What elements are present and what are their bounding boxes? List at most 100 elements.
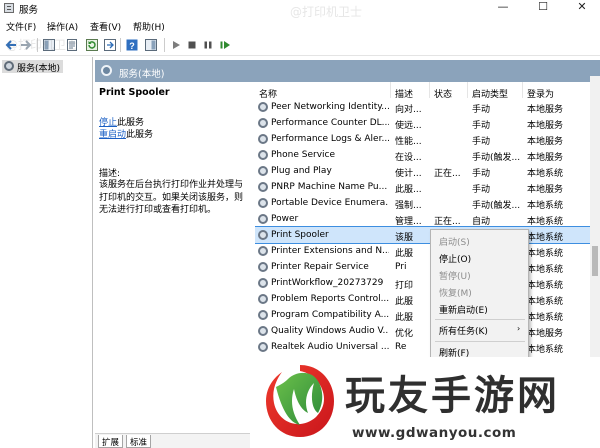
service-startup-cell: 手动: [472, 169, 491, 179]
service-row[interactable]: Program Compatibility A... 此服 本地系统: [255, 307, 600, 323]
service-gear-icon: [258, 326, 268, 336]
tab-standard[interactable]: 标准: [126, 435, 152, 448]
service-desc-cell: 管理...: [395, 217, 422, 227]
submenu-arrow-icon: ›: [517, 324, 521, 333]
minimize-button[interactable]: —: [483, 0, 523, 16]
service-desc-cell: 打印: [395, 281, 414, 291]
export-list-icon[interactable]: [104, 39, 116, 51]
service-details-pane: Print Spooler 停止此服务 重启动此服务 描述: 该服务在后台执行打…: [95, 82, 252, 448]
window-title: 服务: [19, 5, 39, 16]
service-gear-icon: [258, 118, 268, 128]
service-desc-cell: Re: [395, 342, 407, 352]
context-menu-resume[interactable]: 恢复(M): [439, 286, 472, 299]
service-title: Print Spooler: [99, 87, 170, 98]
service-desc-cell: 强制...: [395, 201, 422, 211]
svg-text:?: ?: [129, 41, 135, 51]
service-row[interactable]: Portable Device Enumera... 强制... 手动(触发... 本…: [255, 195, 600, 211]
service-startup-cell: 手动(触发...: [472, 153, 521, 163]
close-button[interactable]: ✕: [562, 0, 600, 16]
service-name-cell: Printer Repair Service: [271, 262, 369, 272]
service-logon-cell: 本地系统: [527, 281, 564, 291]
service-row[interactable]: Quality Windows Audio V... 优化 本地服务: [255, 323, 600, 339]
context-menu-all-tasks[interactable]: 所有任务(K): [439, 324, 488, 337]
service-logon-cell: 本地系统: [527, 217, 564, 227]
service-startup-cell: 自动: [472, 217, 491, 227]
service-row[interactable]: Performance Counter DL... 使远... 手动 本地服务: [255, 115, 600, 131]
service-row[interactable]: PNRP Machine Name Pu... 此服... 手动 本地服务: [255, 179, 600, 195]
service-name-cell: Performance Logs & Aler...: [271, 134, 389, 144]
tree-item-label: 服务(本地): [17, 64, 61, 74]
service-gear-icon: [258, 150, 268, 160]
service-logon-cell: 本地服务: [527, 185, 564, 195]
service-gear-icon: [258, 166, 268, 176]
service-logon-cell: 本地服务: [527, 105, 564, 115]
service-desc-cell: 此服: [395, 297, 414, 307]
service-row[interactable]: Realtek Audio Universal ... Re 本地系统: [255, 339, 600, 355]
menu-help[interactable]: 帮助(H): [133, 20, 165, 33]
context-menu-start[interactable]: 启动(S): [439, 235, 470, 248]
service-startup-cell: 手动: [472, 185, 491, 195]
site-branding: 玩友手游网 www.gdwanyou.com: [250, 357, 600, 448]
service-logon-cell: 本地系统: [527, 201, 564, 211]
watermark: @打印机卫士: [290, 5, 363, 19]
column-header-description[interactable]: 描述: [391, 82, 430, 98]
service-name-cell: PrintWorkflow_20273729: [271, 278, 384, 288]
service-desc-cell: 性能...: [395, 137, 422, 147]
service-name-cell: Portable Device Enumera...: [271, 198, 389, 208]
service-row[interactable]: PrintWorkflow_20273729 打印 本地系统: [255, 275, 600, 291]
menu-view[interactable]: 查看(V): [90, 20, 121, 33]
service-name-cell: Problem Reports Control...: [271, 294, 389, 304]
service-row[interactable]: Power 管理... 正在... 自动 本地系统: [255, 211, 600, 227]
column-header-name[interactable]: 名称: [255, 82, 391, 98]
service-desc-cell: 该服: [395, 233, 414, 243]
restart-service-icon[interactable]: [219, 39, 231, 51]
column-header-startup-type[interactable]: 启动类型: [468, 82, 523, 98]
show-hide-action-pane-icon[interactable]: [145, 39, 157, 51]
service-desc-cell: 此服...: [395, 185, 422, 195]
service-row[interactable]: Print Spooler 该服 本地系统: [255, 226, 600, 244]
service-logon-cell: 本地服务: [527, 121, 564, 131]
service-startup-cell: 手动: [472, 121, 491, 131]
service-row[interactable]: Printer Extensions and N... 此服 本地系统: [255, 243, 600, 259]
start-service-icon[interactable]: [170, 39, 182, 51]
tree-item-services-local[interactable]: 服务(本地): [2, 60, 64, 74]
scrollbar-thumb[interactable]: [592, 246, 598, 276]
service-row[interactable]: Peer Networking Identity... 向对... 手动 本地服务: [255, 99, 600, 115]
service-row[interactable]: Plug and Play 使计... 正在... 手动 本地系统: [255, 163, 600, 179]
service-status-cell: 正在...: [434, 217, 461, 227]
view-tabs: 扩展 标准: [95, 433, 260, 448]
toolbar: ?: [0, 34, 600, 56]
refresh-icon[interactable]: [86, 39, 98, 51]
service-startup-cell: 手动: [472, 105, 491, 115]
vertical-scrollbar[interactable]: [590, 76, 600, 376]
restart-service-link[interactable]: 重启动: [99, 130, 126, 140]
service-name-cell: Power: [271, 214, 299, 224]
service-desc-cell: 向对...: [395, 105, 422, 115]
services-gear-icon: [4, 61, 14, 71]
service-desc-cell: 使计...: [395, 169, 422, 179]
services-app-icon: [4, 3, 14, 13]
context-menu-stop[interactable]: 停止(O): [439, 252, 471, 265]
service-logon-cell: 本地系统: [527, 313, 564, 323]
pause-service-icon[interactable]: [202, 39, 214, 51]
column-header-logon-as[interactable]: 登录为: [523, 82, 600, 98]
service-gear-icon: [258, 230, 268, 240]
menu-action[interactable]: 操作(A): [47, 20, 78, 33]
column-header-status[interactable]: 状态: [430, 82, 468, 98]
help-icon[interactable]: ?: [126, 39, 138, 51]
menu-file[interactable]: 文件(F): [6, 20, 36, 33]
maximize-button[interactable]: ☐: [523, 0, 563, 16]
service-gear-icon: [258, 134, 268, 144]
service-gear-icon: [258, 246, 268, 256]
service-row[interactable]: Problem Reports Control... 此服 本地系统: [255, 291, 600, 307]
context-menu-restart[interactable]: 重新启动(E): [439, 303, 488, 316]
stop-service-icon[interactable]: [186, 39, 198, 51]
tab-extended[interactable]: 扩展: [98, 435, 124, 448]
service-row[interactable]: Printer Repair Service Pri 本地系统: [255, 259, 600, 275]
service-gear-icon: [258, 342, 268, 352]
service-gear-icon: [258, 262, 268, 272]
service-row[interactable]: Phone Service 在设... 手动(触发... 本地服务: [255, 147, 600, 163]
service-row[interactable]: Performance Logs & Aler... 性能... 手动 本地服务: [255, 131, 600, 147]
restart-service-action: 重启动此服务: [99, 130, 154, 140]
context-menu-pause[interactable]: 暂停(U): [439, 269, 471, 282]
